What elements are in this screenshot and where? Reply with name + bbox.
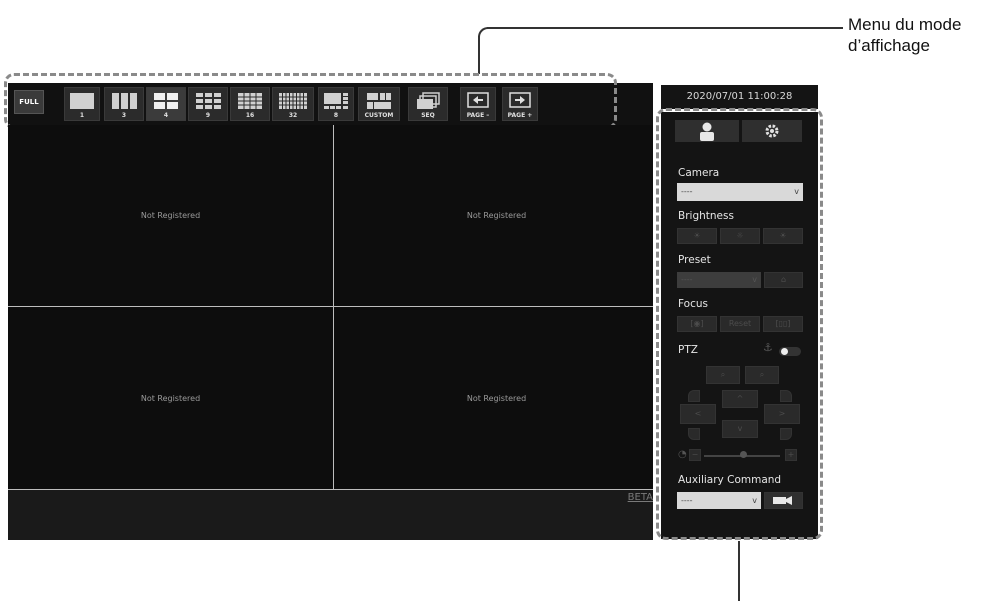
video-grid xyxy=(8,125,653,540)
display-mode-menu-callout: Menu du mode d’affichage xyxy=(848,14,961,56)
panel-leader-vertical xyxy=(738,541,740,601)
callout-leader-vertical xyxy=(478,36,480,74)
callout-line-2: d’affichage xyxy=(848,36,930,55)
datetime-display: 2020/07/01 11:00:28 xyxy=(661,85,818,109)
grid-divider-horizontal xyxy=(8,306,653,307)
video-cell-2-status[interactable]: Not Registered xyxy=(334,211,659,220)
display-mode-menu-highlight xyxy=(4,73,617,129)
video-cell-4-status[interactable]: Not Registered xyxy=(334,394,659,403)
beta-link[interactable]: BETA xyxy=(628,492,653,503)
control-panel-highlight xyxy=(656,108,823,540)
video-footer xyxy=(8,490,653,540)
grid-divider-vertical xyxy=(333,125,334,489)
callout-line-1: Menu du mode xyxy=(848,15,962,34)
callout-leader-horizontal xyxy=(487,27,843,29)
video-cell-3-status[interactable]: Not Registered xyxy=(8,394,333,403)
video-cell-1-status[interactable]: Not Registered xyxy=(8,211,333,220)
